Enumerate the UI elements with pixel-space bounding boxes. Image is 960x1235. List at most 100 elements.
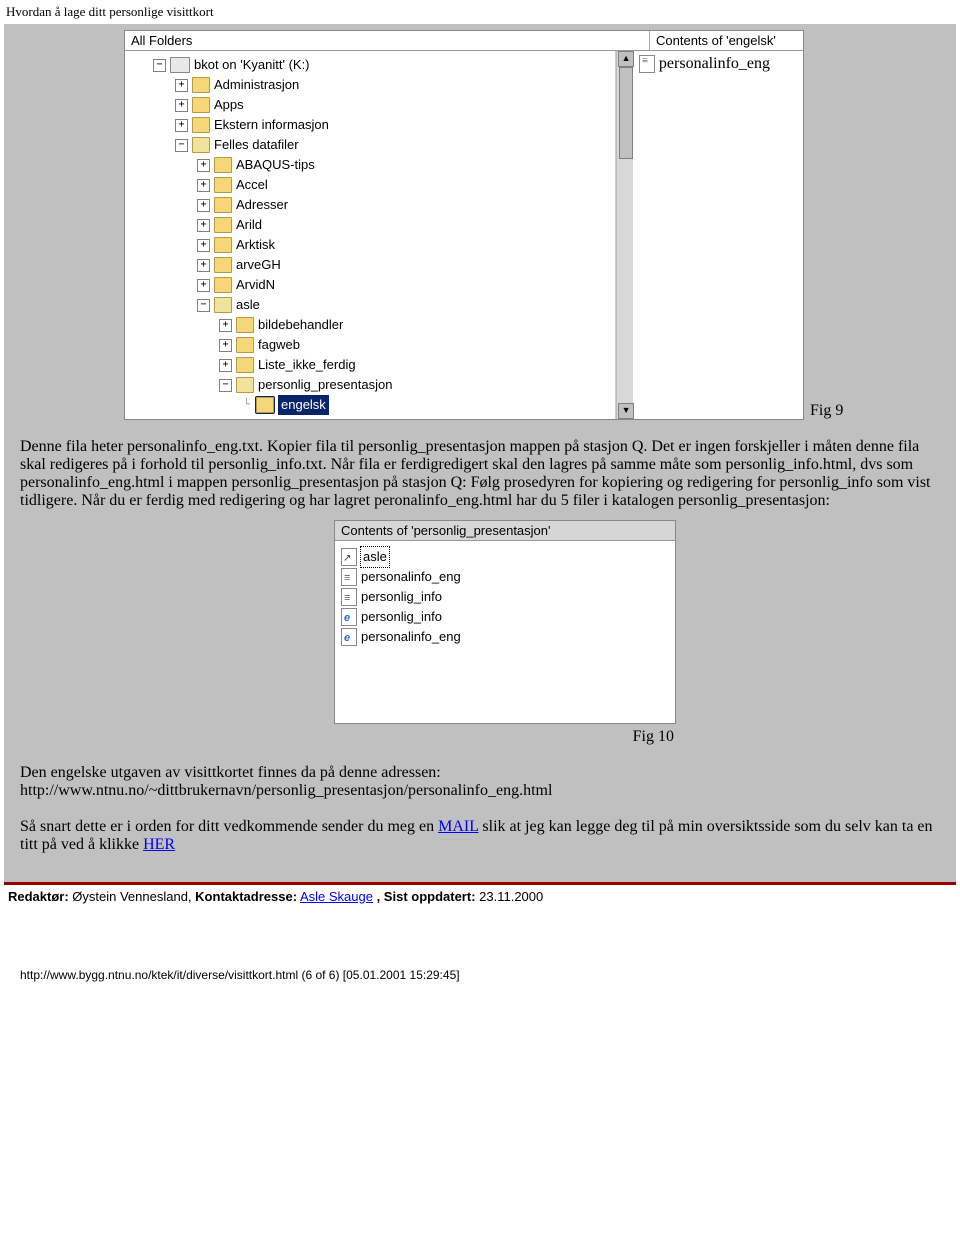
content-section: All Folders Contents of 'engelsk' − bkot… (4, 24, 956, 882)
file-label: personlig_info (361, 587, 442, 607)
tree-label: personlig_presentasjon (258, 375, 392, 395)
tree-item[interactable]: −asle (131, 295, 615, 315)
tree-item[interactable]: +Administrasjon (131, 75, 615, 95)
tree-item[interactable]: + Apps (131, 95, 615, 115)
tree-item[interactable]: +Arild (131, 215, 615, 235)
text: Den engelske utgaven av visittkortet fin… (20, 764, 441, 781)
file-item[interactable]: asle (341, 547, 669, 567)
minus-icon[interactable]: − (153, 59, 166, 72)
plus-icon[interactable]: + (219, 319, 232, 332)
paragraph-1: Denne fila heter personalinfo_eng.txt. K… (20, 438, 940, 510)
folder-icon (214, 177, 232, 193)
tree-label: fagweb (258, 335, 300, 355)
tree-label: bkot on 'Kyanitt' (K:) (194, 55, 310, 75)
tree-connector: └ (241, 395, 252, 415)
kontakt-label: Kontaktadresse: (195, 889, 297, 904)
tree-label: Felles datafiler (214, 135, 299, 155)
here-link[interactable]: HER (143, 836, 175, 853)
file-item[interactable]: personlig_info (341, 587, 669, 607)
tree-item[interactable]: + bildebehandler (131, 315, 615, 335)
plus-icon[interactable]: + (197, 179, 210, 192)
paragraph-3: Så snart dette er i orden for ditt vedko… (20, 818, 940, 854)
tree-label: ABAQUS-tips (236, 155, 315, 175)
mail-link[interactable]: MAIL (438, 818, 478, 835)
tree-label: Adresser (236, 195, 288, 215)
left-panel-title: All Folders (125, 31, 650, 50)
folder-icon (214, 157, 232, 173)
plus-icon[interactable]: + (197, 199, 210, 212)
plus-icon[interactable]: + (197, 259, 210, 272)
file-item[interactable]: personlig_info (341, 607, 669, 627)
footer: Redaktør: Øystein Vennesland, Kontaktadr… (0, 885, 960, 908)
folder-icon (236, 337, 254, 353)
sist-date: 23.11.2000 (476, 889, 544, 904)
ie-icon (341, 628, 357, 646)
figure-caption: Fig 10 (334, 728, 674, 746)
file-label: asle (361, 547, 389, 567)
file-label: personlig_info (361, 607, 442, 627)
plus-icon[interactable]: + (197, 239, 210, 252)
scroll-up-icon[interactable]: ▲ (618, 51, 634, 67)
folder-tree[interactable]: − bkot on 'Kyanitt' (K:) +Administrasjon… (131, 55, 615, 415)
url-text: http://www.ntnu.no/~dittbrukernavn/perso… (20, 782, 552, 799)
minus-icon[interactable]: − (197, 299, 210, 312)
figure-10-row: Contents of 'personlig_presentasjon' asl… (334, 520, 694, 724)
file-item[interactable]: personalinfo_eng (341, 567, 669, 587)
kontakt-link[interactable]: Asle Skauge (300, 889, 373, 904)
figure-caption: Fig 9 (810, 402, 843, 420)
paragraph-2: Den engelske utgaven av visittkortet fin… (20, 764, 940, 800)
plus-icon[interactable]: + (197, 219, 210, 232)
tree-label: Apps (214, 95, 244, 115)
plus-icon[interactable]: + (175, 79, 188, 92)
tree-item[interactable]: + Liste_ikke_ferdig (131, 355, 615, 375)
scroll-thumb[interactable] (619, 67, 633, 159)
contents-panel: personalinfo_eng (633, 51, 803, 419)
folder-icon (236, 317, 254, 333)
plus-icon[interactable]: + (197, 159, 210, 172)
tree-item[interactable]: +ArvidN (131, 275, 615, 295)
minus-icon[interactable]: − (219, 379, 232, 392)
minus-icon[interactable]: − (175, 139, 188, 152)
folder-tree-panel: − bkot on 'Kyanitt' (K:) +Administrasjon… (125, 51, 616, 419)
tree-label: Arktisk (236, 235, 275, 255)
plus-icon[interactable]: + (219, 339, 232, 352)
tree-label: Accel (236, 175, 268, 195)
tree-item[interactable]: + fagweb (131, 335, 615, 355)
text: Så snart dette er i orden for ditt vedko… (20, 818, 438, 835)
tree-item[interactable]: + Arktisk (131, 235, 615, 255)
plus-icon[interactable]: + (175, 119, 188, 132)
tree-item[interactable]: − personlig_presentasjon (131, 375, 615, 395)
scroll-down-icon[interactable]: ▼ (618, 403, 634, 419)
page-title: Hvordan å lage ditt personlige visittkor… (0, 0, 960, 24)
tree-label: bildebehandler (258, 315, 343, 335)
tree-item[interactable]: + Adresser (131, 195, 615, 215)
tree-item[interactable]: +Ekstern informasjon (131, 115, 615, 135)
redaktor-label: Redaktør: (8, 889, 69, 904)
plus-icon[interactable]: + (175, 99, 188, 112)
tree-label: Liste_ikke_ferdig (258, 355, 356, 375)
plus-icon[interactable]: + (197, 279, 210, 292)
tree-item[interactable]: +arveGH (131, 255, 615, 275)
drive-icon (170, 57, 190, 73)
folder-icon (236, 377, 254, 393)
folder-icon (214, 217, 232, 233)
contents-title: Contents of 'personlig_presentasjon' (335, 521, 675, 541)
tree-item[interactable]: + ABAQUS-tips (131, 155, 615, 175)
folder-icon (214, 297, 232, 313)
ie-icon (341, 608, 357, 626)
tree-item[interactable]: − Felles datafiler (131, 135, 615, 155)
file-label: personalinfo_eng (361, 627, 461, 647)
explorer-screenshot-1: All Folders Contents of 'engelsk' − bkot… (124, 30, 804, 420)
file-item[interactable]: personalinfo_eng (341, 627, 669, 647)
plus-icon[interactable]: + (219, 359, 232, 372)
tree-item[interactable]: + Accel (131, 175, 615, 195)
tree-item-selected[interactable]: └engelsk (131, 395, 615, 415)
folder-icon (214, 257, 232, 273)
folder-icon (256, 397, 274, 413)
file-label: personalinfo_eng (361, 567, 461, 587)
tree-root[interactable]: − bkot on 'Kyanitt' (K:) (131, 55, 615, 75)
scrollbar[interactable]: ▲ ▼ (616, 51, 633, 419)
file-label: personalinfo_eng (659, 55, 770, 73)
folder-icon (214, 237, 232, 253)
file-item[interactable]: personalinfo_eng (639, 55, 797, 73)
